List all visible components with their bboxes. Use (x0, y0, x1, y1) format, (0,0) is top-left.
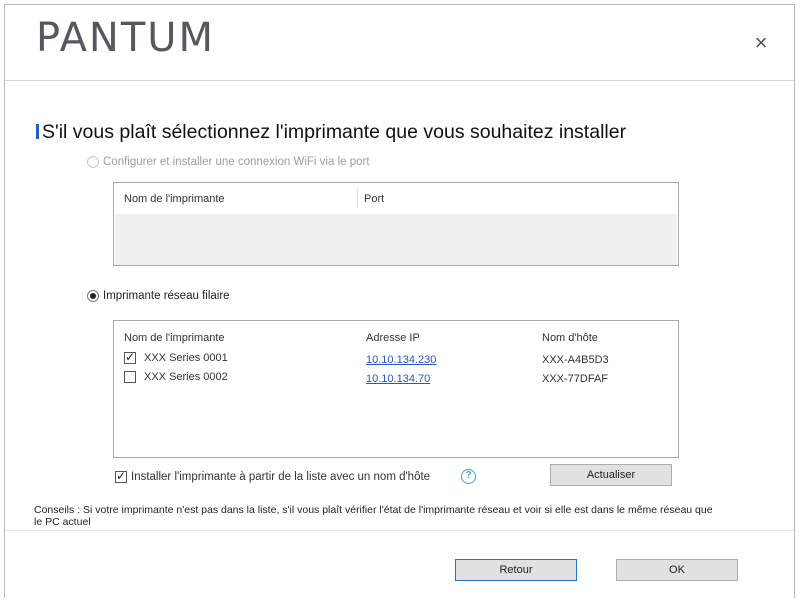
wifi-option-label: Configurer et installer une connexion Wi… (103, 156, 370, 168)
ok-button[interactable]: OK (616, 559, 738, 581)
printer-name: XXX Series 0002 (144, 371, 228, 383)
pantum-logo: PANTUM (36, 15, 216, 61)
wifi-radio-button[interactable] (87, 156, 99, 168)
refresh-button[interactable]: Actualiser (550, 464, 672, 486)
hostname-install-option[interactable]: Installer l'imprimante à partir de la li… (115, 469, 431, 483)
tips-text: Conseils : Si votre imprimante n'est pas… (34, 504, 713, 528)
printer-hostname: XXX-A4B5D3 (542, 354, 609, 366)
row-checkbox[interactable] (124, 350, 136, 364)
wifi-col-printer-name: Nom de l'imprimante (124, 193, 225, 205)
hostname-checkbox-label: Installer l'imprimante à partir de la li… (131, 471, 431, 483)
wifi-col-port: Port (364, 193, 385, 205)
wired-col-printer-name: Nom de l'imprimante (124, 332, 225, 344)
close-button[interactable]: × (749, 31, 773, 55)
title-accent-bar (36, 124, 39, 139)
hostname-checkbox[interactable] (115, 469, 127, 483)
wired-radio-button[interactable] (87, 290, 99, 302)
printer-name: XXX Series 0001 (144, 352, 228, 364)
wired-option-label: Imprimante réseau filaire (103, 290, 230, 302)
close-icon: × (754, 30, 768, 55)
wired-option-radio[interactable]: Imprimante réseau filaire (87, 290, 230, 302)
header: PANTUM × (5, 5, 794, 81)
help-icon[interactable]: ? (461, 469, 476, 484)
printer-ip-link[interactable]: 10.10.134.230 (366, 354, 436, 366)
printer-hostname: XXX-77DFAF (542, 373, 609, 385)
row-checkbox[interactable] (124, 371, 136, 383)
wired-printer-list[interactable]: Nom de l'imprimante Adresse IP Nom d'hôt… (113, 320, 679, 458)
back-button[interactable]: Retour (455, 559, 577, 581)
table-row[interactable]: XXX Series 0002 (124, 371, 228, 383)
wifi-option-radio[interactable]: Configurer et installer une connexion Wi… (87, 156, 370, 168)
footer: Retour OK (5, 530, 794, 598)
printer-ip-link[interactable]: 10.10.134.70 (366, 373, 430, 385)
page-title: S'il vous plaît sélectionnez l'imprimant… (42, 121, 627, 143)
wired-col-ip-address: Adresse IP (366, 332, 420, 344)
wifi-printer-list[interactable]: Nom de l'imprimante Port (113, 182, 679, 266)
wifi-list-empty-area (115, 214, 677, 265)
table-row[interactable]: XXX Series 0001 (124, 350, 228, 364)
installer-window: PANTUM × S'il vous plaît sélectionnez l'… (4, 4, 795, 598)
wired-col-hostname: Nom d'hôte (542, 332, 598, 344)
column-divider (357, 188, 358, 208)
main-content: S'il vous plaît sélectionnez l'imprimant… (5, 81, 794, 529)
